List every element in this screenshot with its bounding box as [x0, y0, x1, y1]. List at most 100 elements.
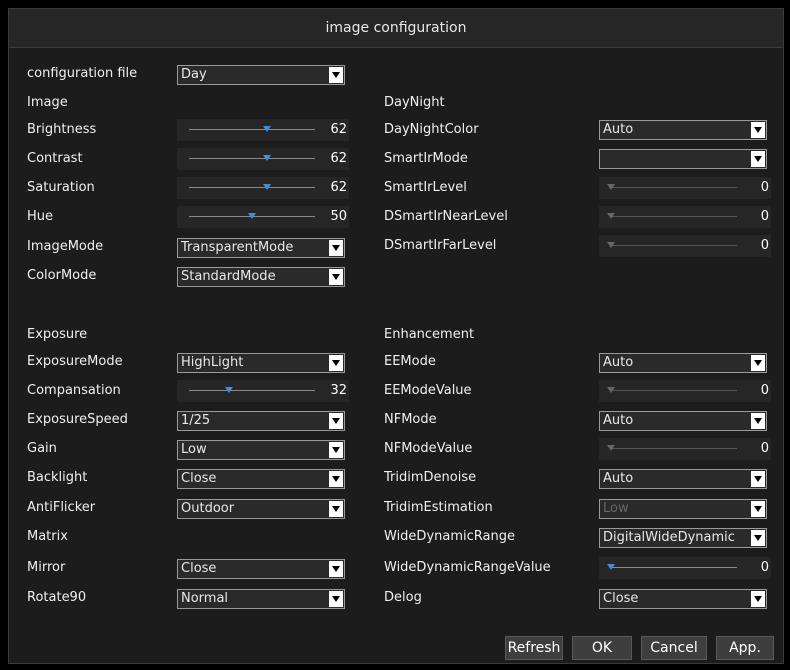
ee-mode-value: Auto [603, 355, 634, 370]
apply-button[interactable]: App. [716, 636, 774, 660]
chevron-down-icon[interactable] [329, 67, 343, 83]
saturation-value: 62 [330, 180, 347, 195]
color-mode-dropdown[interactable]: StandardMode [177, 267, 345, 287]
saturation-slider[interactable]: 62 [177, 177, 349, 199]
slider-knob[interactable] [225, 387, 234, 393]
gain-dropdown[interactable]: Low [177, 440, 345, 460]
compensation-value: 32 [330, 383, 347, 398]
antiflicker-value: Outdoor [181, 501, 235, 516]
dialog-title: image configuration [325, 20, 467, 36]
chevron-down-icon[interactable] [751, 501, 765, 517]
chevron-down-icon[interactable] [751, 151, 765, 167]
exposure-speed-dropdown[interactable]: 1/25 [177, 411, 345, 431]
chevron-down-icon[interactable] [329, 501, 343, 517]
image-mode-dropdown[interactable]: TransparentMode [177, 238, 345, 258]
slider-knob[interactable] [607, 445, 615, 451]
smart-ir-level-label: SmartIrLevel [384, 180, 467, 195]
nf-mode-value-number: 0 [760, 441, 769, 456]
compensation-label: Compansation [27, 383, 121, 398]
daynight-section-header: DayNight [384, 95, 445, 110]
slider-knob[interactable] [607, 184, 615, 190]
tridim-estimation-dropdown[interactable]: Low [599, 499, 767, 519]
matrix-label: Matrix [27, 529, 68, 544]
compensation-slider[interactable]: 32 [177, 380, 349, 402]
daynight-color-label: DayNightColor [384, 122, 479, 137]
chevron-down-icon[interactable] [329, 471, 343, 487]
chevron-down-icon[interactable] [329, 269, 343, 285]
chevron-down-icon[interactable] [751, 471, 765, 487]
chevron-down-icon[interactable] [751, 591, 765, 607]
ee-mode-dropdown[interactable]: Auto [599, 353, 767, 373]
ee-mode-value-slider[interactable]: 0 [599, 380, 771, 402]
exposure-mode-value: HighLight [181, 355, 244, 370]
chevron-down-icon[interactable] [751, 122, 765, 138]
exposure-mode-label: ExposureMode [27, 354, 123, 369]
chevron-down-icon[interactable] [751, 413, 765, 429]
chevron-down-icon[interactable] [329, 240, 343, 256]
wdr-value: DigitalWideDynamic [603, 530, 735, 545]
slider-knob[interactable] [607, 213, 615, 219]
image-section-header: Image [27, 95, 68, 110]
slider-track [611, 187, 737, 188]
tridim-estimation-value: Low [603, 501, 629, 516]
backlight-label: Backlight [27, 470, 88, 485]
smart-ir-level-slider[interactable]: 0 [599, 177, 771, 199]
chevron-down-icon[interactable] [329, 561, 343, 577]
slider-track [611, 216, 737, 217]
chevron-down-icon[interactable] [751, 530, 765, 546]
daynight-color-value: Auto [603, 122, 634, 137]
chevron-down-icon[interactable] [329, 591, 343, 607]
slider-track [611, 567, 737, 568]
slider-knob[interactable] [263, 155, 272, 161]
color-mode-label: ColorMode [27, 268, 97, 283]
slider-knob[interactable] [607, 242, 615, 248]
ds-far-level-label: DSmartIrFarLevel [384, 238, 497, 253]
slider-knob[interactable] [263, 126, 272, 132]
exposure-mode-dropdown[interactable]: HighLight [177, 353, 345, 373]
antiflicker-dropdown[interactable]: Outdoor [177, 499, 345, 519]
cancel-button[interactable]: Cancel [641, 636, 707, 660]
delog-dropdown[interactable]: Close [599, 589, 767, 609]
chevron-down-icon[interactable] [751, 355, 765, 371]
slider-knob[interactable] [607, 387, 615, 393]
ds-near-level-slider[interactable]: 0 [599, 206, 771, 228]
wdr-value-slider[interactable]: 0 [599, 557, 771, 579]
hue-label: Hue [27, 209, 54, 224]
smart-ir-level-value: 0 [760, 180, 769, 195]
gain-value: Low [181, 442, 207, 457]
ee-mode-value-label: EEModeValue [384, 383, 472, 398]
ee-mode-value-number: 0 [760, 383, 769, 398]
tridim-denoise-label: TridimDenoise [384, 470, 477, 485]
refresh-button[interactable]: Refresh [505, 636, 563, 660]
rotate90-dropdown[interactable]: Normal [177, 589, 345, 609]
backlight-dropdown[interactable]: Close [177, 469, 345, 489]
mirror-dropdown[interactable]: Close [177, 559, 345, 579]
brightness-slider[interactable]: 62 [177, 119, 349, 141]
daynight-color-dropdown[interactable]: Auto [599, 120, 767, 140]
config-file-dropdown[interactable]: Day [177, 65, 345, 85]
slider-knob[interactable] [248, 213, 256, 219]
ds-far-level-slider[interactable]: 0 [599, 235, 771, 257]
config-file-value: Day [181, 67, 207, 82]
wdr-dropdown[interactable]: DigitalWideDynamic [599, 528, 767, 548]
nf-mode-dropdown[interactable]: Auto [599, 411, 767, 431]
chevron-down-icon[interactable] [329, 413, 343, 429]
hue-slider[interactable]: 50 [177, 206, 349, 228]
nf-mode-value-slider[interactable]: 0 [599, 438, 771, 460]
contrast-slider[interactable]: 62 [177, 148, 349, 170]
rotate90-value: Normal [181, 591, 229, 606]
enhancement-section-header: Enhancement [384, 327, 475, 342]
slider-knob[interactable] [263, 184, 272, 190]
chevron-down-icon[interactable] [329, 442, 343, 458]
ok-button[interactable]: OK [572, 636, 632, 660]
tridim-estimation-label: TridimEstimation [384, 500, 493, 515]
exposure-speed-label: ExposureSpeed [27, 412, 128, 427]
smart-ir-mode-dropdown[interactable] [599, 149, 767, 169]
slider-track [611, 245, 737, 246]
backlight-value: Close [181, 471, 217, 486]
mirror-value: Close [181, 561, 217, 576]
tridim-denoise-dropdown[interactable]: Auto [599, 469, 767, 489]
delog-value: Close [603, 591, 639, 606]
slider-knob[interactable] [607, 564, 615, 570]
chevron-down-icon[interactable] [329, 355, 343, 371]
